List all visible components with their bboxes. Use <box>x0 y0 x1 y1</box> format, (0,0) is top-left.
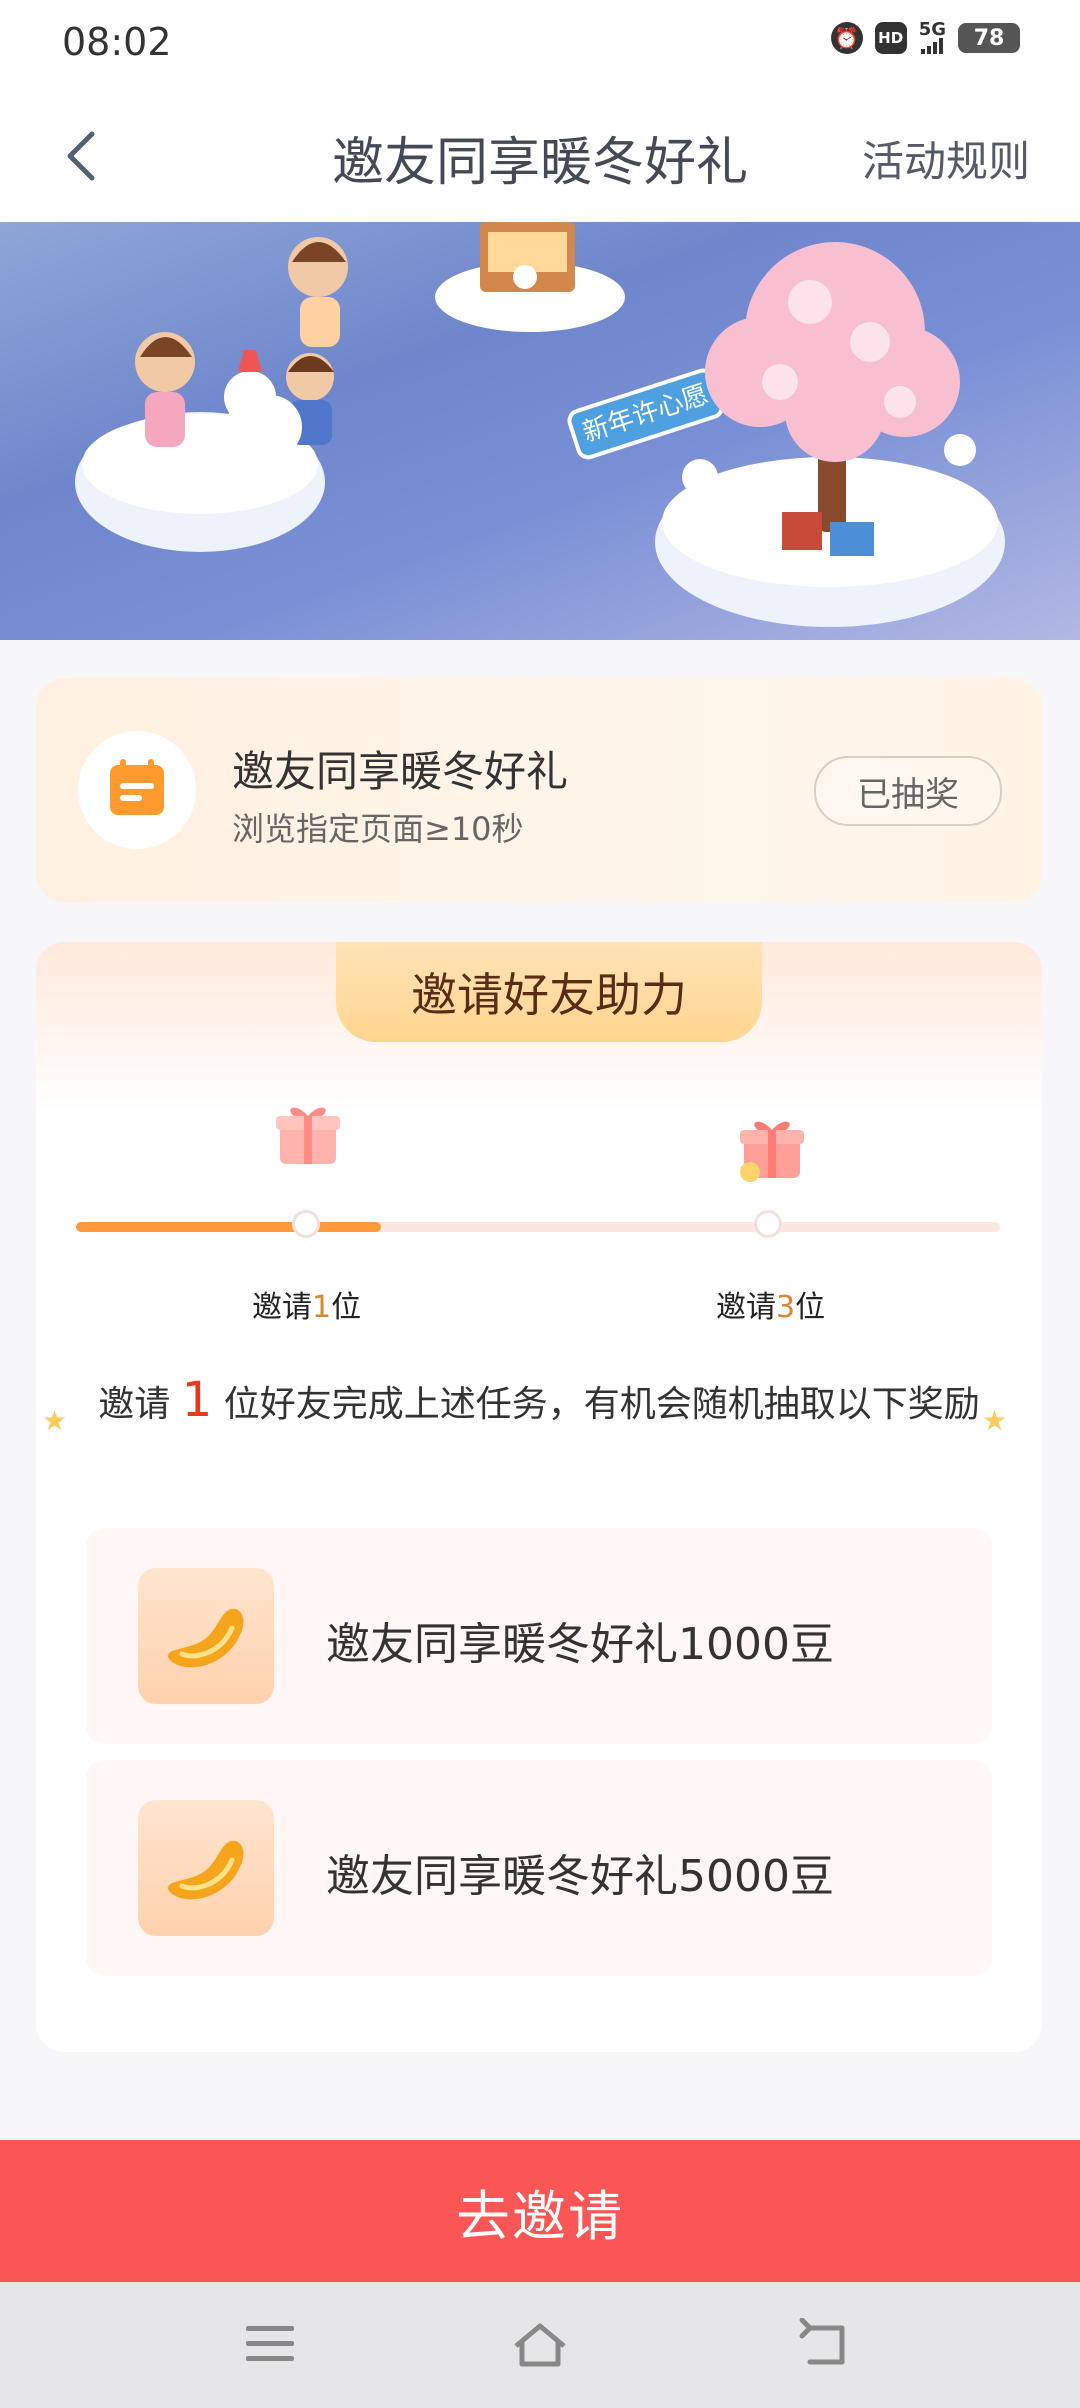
star-icon: ★ <box>42 1404 68 1437</box>
drawn-button[interactable]: 已抽奖 <box>814 756 1002 826</box>
reward-item: 邀友同享暖冬好礼1000豆 <box>86 1528 992 1744</box>
invite-button[interactable]: 去邀请 <box>0 2140 1080 2282</box>
bean-icon <box>168 1608 244 1668</box>
milestone-label-2: 邀请3位 <box>716 1290 826 1325</box>
task-title: 邀友同享暖冬好礼 <box>232 747 569 796</box>
signal-icon: 5G <box>918 19 946 54</box>
wish-sign: 新年许心愿 <box>567 368 724 460</box>
star-icon: ★ <box>982 1404 1008 1437</box>
reward-item: 邀友同享暖冬好礼5000豆 <box>86 1760 992 1976</box>
task-icon-circle <box>78 731 196 849</box>
rules-link[interactable]: 活动规则 <box>862 128 1030 189</box>
status-time: 08:02 <box>62 20 172 64</box>
reward-label: 邀友同享暖冬好礼5000豆 <box>326 1851 834 1902</box>
progress-bar <box>76 1222 1000 1232</box>
task-card: 邀友同享暖冬好礼 浏览指定页面≥10秒 已抽奖 <box>36 678 1042 902</box>
bean-icon-box <box>138 1568 274 1704</box>
reward-label: 邀友同享暖冬好礼1000豆 <box>326 1619 834 1670</box>
progress-fill <box>76 1222 381 1232</box>
home-icon[interactable] <box>510 2318 570 2370</box>
menu-icon[interactable] <box>240 2318 300 2370</box>
task-subtitle: 浏览指定页面≥10秒 <box>232 810 524 848</box>
status-bar: 08:02 ⏰ HD 5G 78 <box>0 0 1080 90</box>
bean-icon <box>168 1840 244 1900</box>
nav-bar: 邀友同享暖冬好礼 活动规则 <box>0 90 1080 222</box>
reward-description: 邀请 1 位好友完成上述任务，有机会随机抽取以下奖励 <box>98 1372 980 1428</box>
alarm-icon: ⏰ <box>830 22 863 54</box>
banner-image: 新年许心愿 <box>0 222 1080 640</box>
back-nav-icon[interactable] <box>796 2318 856 2370</box>
milestone-dot <box>292 1210 320 1238</box>
cherry-tree <box>705 242 960 462</box>
system-nav-bar <box>0 2282 1080 2408</box>
milestone-dot <box>754 1210 782 1238</box>
gift-box <box>782 512 822 550</box>
hd-badge: HD <box>874 22 907 54</box>
section-header: 邀请好友助力 <box>336 942 762 1042</box>
bean-icon-box <box>138 1800 274 1936</box>
small-snowman <box>682 459 718 495</box>
network-label: 5G <box>918 19 946 40</box>
gift-icon <box>276 1107 340 1164</box>
battery-icon: 78 <box>958 23 1020 53</box>
calendar-icon <box>110 759 164 815</box>
status-icons: ⏰ HD 5G 78 <box>830 19 1020 54</box>
gift-icon <box>740 1121 804 1182</box>
milestone-label-1: 邀请1位 <box>252 1290 362 1325</box>
invite-help-card: 邀请好友助力 邀请1位 邀请3位 ★ ★ 邀请 1 位好友完成上述任务，有机会随… <box>36 942 1042 2052</box>
